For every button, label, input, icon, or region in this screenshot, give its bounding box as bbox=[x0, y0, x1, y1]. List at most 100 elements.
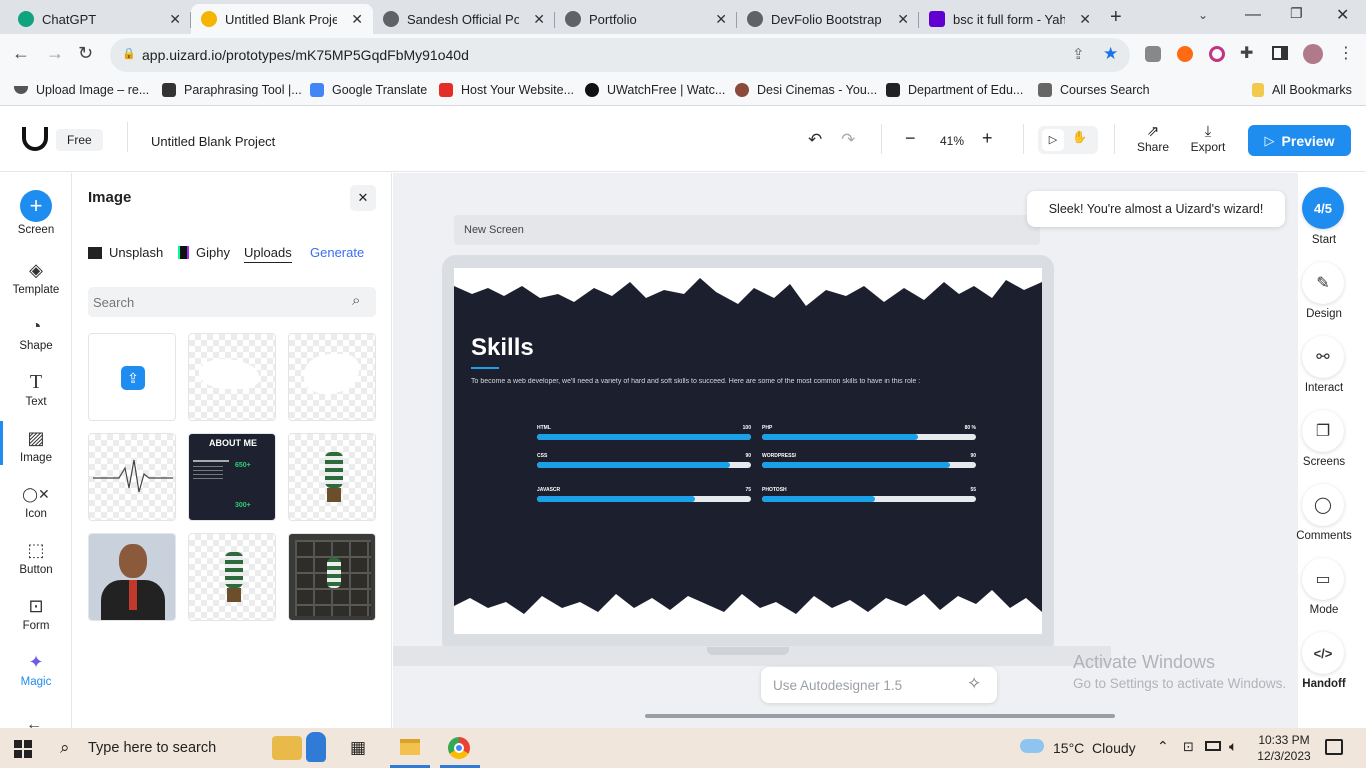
close-tab-icon[interactable]: ✕ bbox=[897, 11, 909, 28]
reload-icon[interactable]: ↻ bbox=[78, 43, 93, 64]
browser-tab-active[interactable]: Untitled Blank Project ✕ bbox=[191, 4, 373, 34]
browser-tab[interactable]: Portfolio ✕ bbox=[555, 4, 737, 34]
share-page-icon[interactable]: ⇪ bbox=[1072, 45, 1085, 63]
close-tab-icon[interactable]: ✕ bbox=[169, 11, 181, 28]
source-unsplash[interactable]: Unsplash bbox=[88, 245, 163, 260]
close-tab-icon[interactable]: ✕ bbox=[533, 11, 545, 28]
design-button[interactable]: ✎ bbox=[1302, 262, 1344, 304]
screen-label[interactable]: New Screen bbox=[454, 215, 1040, 245]
forward-arrow-icon[interactable]: → bbox=[46, 43, 64, 64]
preview-button[interactable]: ▷ Preview bbox=[1248, 125, 1351, 156]
share-button[interactable]: ⇗ Share bbox=[1134, 124, 1172, 155]
bookmark-item[interactable]: UWatchFree | Watc... bbox=[585, 83, 725, 97]
rail-text[interactable]: T Text bbox=[0, 372, 72, 408]
camera-extension-icon[interactable] bbox=[1145, 46, 1161, 62]
project-name[interactable]: Untitled Blank Project bbox=[151, 134, 275, 149]
rail-screen[interactable]: + Screen bbox=[0, 190, 72, 236]
screens-button[interactable]: ❐ bbox=[1302, 410, 1344, 452]
notification-icon[interactable] bbox=[1325, 739, 1343, 755]
comments-button[interactable]: ◯ bbox=[1302, 484, 1344, 526]
zoom-level[interactable]: 41% bbox=[940, 134, 964, 148]
redo-icon[interactable]: ↷ bbox=[841, 130, 855, 150]
image-thumbnail[interactable] bbox=[188, 533, 276, 621]
close-window-button[interactable]: ✕ bbox=[1336, 5, 1349, 25]
source-uploads[interactable]: Uploads bbox=[244, 245, 292, 263]
bookmark-item[interactable]: Desi Cinemas - You... bbox=[735, 83, 877, 97]
autodesigner-field[interactable]: Use Autodesigner 1.5 ✧ bbox=[761, 667, 997, 703]
instagram-extension-icon[interactable] bbox=[1209, 46, 1225, 62]
volume-icon[interactable]: 🔈︎ bbox=[1229, 738, 1237, 755]
new-tab-button[interactable]: + bbox=[1110, 6, 1122, 29]
rail-icon[interactable]: ◯✕ Icon bbox=[0, 484, 72, 520]
extension-icon[interactable] bbox=[1177, 46, 1193, 62]
bookmark-item[interactable]: Upload Image – re... bbox=[14, 83, 149, 97]
rail-form[interactable]: ⊡ Form bbox=[0, 596, 72, 632]
horizontal-scrollbar[interactable] bbox=[645, 714, 1115, 718]
rail-magic[interactable]: ✦ Magic bbox=[0, 652, 72, 688]
browser-tab[interactable]: bsc it full form - Yaho ✕ bbox=[919, 4, 1101, 34]
image-thumbnail[interactable]: ABOUT ME 650+ 300+ bbox=[188, 433, 276, 521]
bookmark-item[interactable]: Paraphrasing Tool |... bbox=[162, 83, 302, 97]
battery-icon[interactable] bbox=[1205, 741, 1221, 751]
all-bookmarks[interactable]: All Bookmarks bbox=[1252, 83, 1352, 97]
tray-chevron-icon[interactable]: ⌃ bbox=[1157, 738, 1169, 755]
file-explorer-icon[interactable] bbox=[400, 739, 420, 755]
rail-template[interactable]: ◈ Template bbox=[0, 260, 72, 296]
close-panel-button[interactable]: ✕ bbox=[350, 185, 376, 211]
close-tab-icon[interactable]: ✕ bbox=[715, 11, 727, 28]
source-giphy[interactable]: Giphy bbox=[178, 245, 230, 260]
puzzle-icon[interactable]: ✚ bbox=[1240, 43, 1253, 63]
clock[interactable]: 10:33 PM 12/3/2023 bbox=[1254, 732, 1314, 764]
profile-avatar[interactable] bbox=[1303, 44, 1323, 64]
bookmark-item[interactable]: Department of Edu... bbox=[886, 83, 1023, 97]
image-thumbnail[interactable] bbox=[288, 333, 376, 421]
image-thumbnail[interactable] bbox=[288, 533, 376, 621]
star-icon[interactable]: ★ bbox=[1103, 44, 1118, 64]
bookmark-item[interactable]: Google Translate bbox=[310, 83, 427, 97]
progress-start-button[interactable]: 4/5 bbox=[1302, 187, 1344, 229]
chrome-icon[interactable] bbox=[448, 737, 470, 759]
task-view-icon[interactable]: ▦ bbox=[350, 738, 366, 758]
menu-kebab-icon[interactable]: ⋮ bbox=[1338, 43, 1354, 63]
back-arrow-icon[interactable]: ← bbox=[12, 43, 30, 64]
upload-tile[interactable]: ⇪ bbox=[88, 333, 176, 421]
taskbar-search[interactable]: ⌕ Type here to search bbox=[48, 728, 308, 768]
handoff-button[interactable]: </> bbox=[1302, 632, 1344, 674]
uizard-logo-icon[interactable] bbox=[22, 127, 48, 151]
image-thumbnail[interactable] bbox=[188, 333, 276, 421]
bookmark-item[interactable]: Host Your Website... bbox=[439, 83, 574, 97]
rail-shape[interactable]: ◔ Shape bbox=[0, 316, 72, 352]
rail-button[interactable]: ⬚ Button bbox=[0, 540, 72, 576]
browser-tab[interactable]: DevFolio Bootstrap Te ✕ bbox=[737, 4, 919, 34]
weather-text[interactable]: 15°C Cloudy bbox=[1053, 740, 1136, 756]
restore-button[interactable]: ❐ bbox=[1290, 5, 1303, 22]
design-canvas[interactable]: New Screen Skills To become a web develo… bbox=[393, 173, 1298, 728]
network-icon[interactable]: ⊡ bbox=[1183, 739, 1194, 755]
interact-button[interactable]: ⚯ bbox=[1302, 336, 1344, 378]
mode-button[interactable]: ▭ bbox=[1302, 558, 1344, 600]
sparkle-icon[interactable]: ✧ bbox=[967, 674, 981, 694]
minimize-button[interactable]: — bbox=[1245, 6, 1261, 24]
tab-search-icon[interactable]: ⌄ bbox=[1198, 8, 1208, 22]
search-input[interactable] bbox=[93, 291, 333, 313]
image-thumbnail[interactable] bbox=[88, 533, 176, 621]
windows-start-icon[interactable] bbox=[14, 740, 32, 758]
hand-tool-icon[interactable]: ✋ bbox=[1072, 130, 1087, 144]
search-field[interactable]: ⌕ bbox=[88, 287, 376, 317]
zoom-in-button[interactable]: + bbox=[982, 128, 993, 149]
browser-tab[interactable]: Sandesh Official Portf ✕ bbox=[373, 4, 555, 34]
close-tab-icon[interactable]: ✕ bbox=[1079, 11, 1091, 28]
close-tab-icon[interactable]: ✕ bbox=[351, 11, 363, 28]
undo-icon[interactable]: ↶ bbox=[808, 130, 822, 150]
image-thumbnail[interactable] bbox=[288, 433, 376, 521]
source-generate[interactable]: Generate bbox=[310, 245, 364, 260]
pointer-tool-icon[interactable]: ▷ bbox=[1042, 129, 1064, 151]
image-thumbnail[interactable] bbox=[88, 433, 176, 521]
export-button[interactable]: ⤓ Export bbox=[1188, 124, 1228, 155]
zoom-out-button[interactable]: − bbox=[905, 128, 916, 149]
skills-screen[interactable]: Skills To become a web developer, we'll … bbox=[454, 268, 1042, 634]
address-bar[interactable]: 🔒 app.uizard.io/prototypes/mK75MP5GqdFbM… bbox=[110, 38, 1130, 72]
browser-tab[interactable]: ChatGPT ✕ bbox=[8, 4, 191, 34]
bookmark-item[interactable]: Courses Search bbox=[1038, 83, 1150, 97]
sidepanel-icon[interactable] bbox=[1272, 46, 1288, 60]
